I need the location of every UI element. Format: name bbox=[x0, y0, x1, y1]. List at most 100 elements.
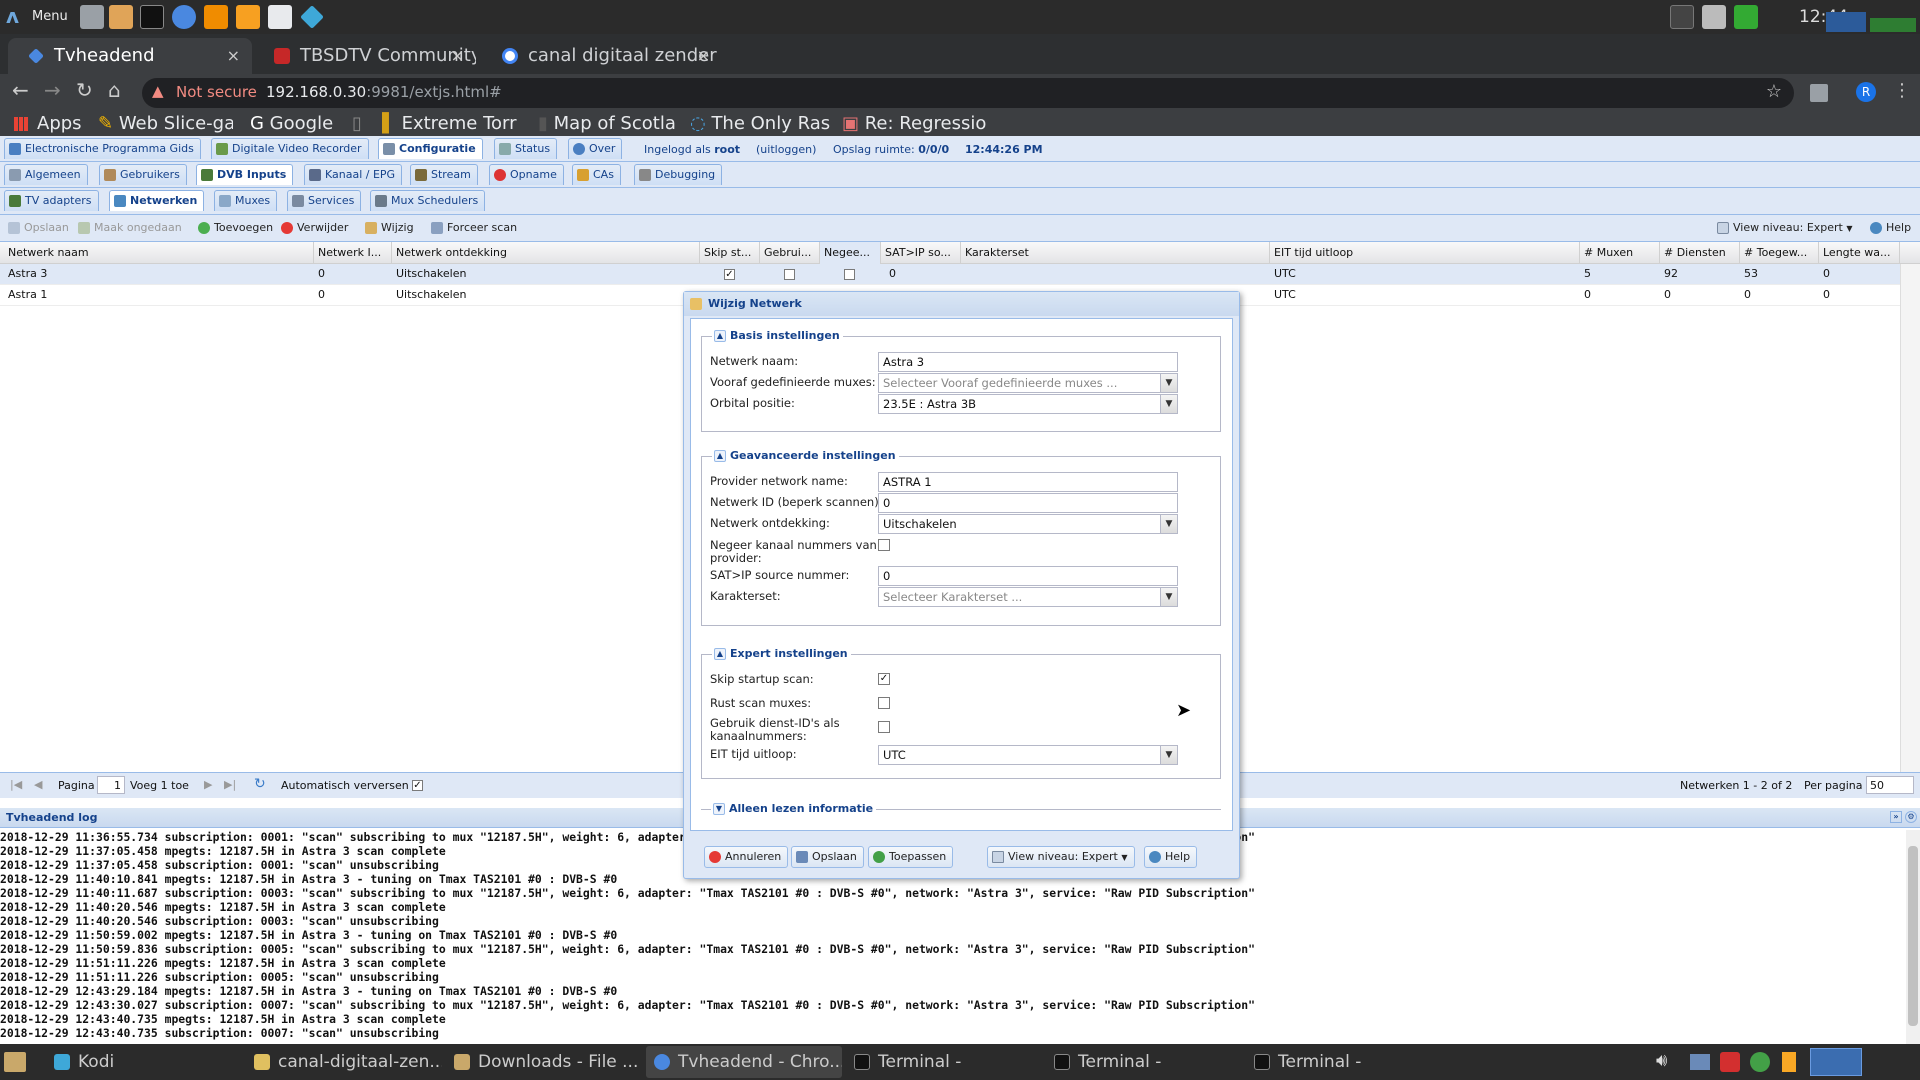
audio-player-launcher-icon[interactable] bbox=[236, 5, 260, 29]
terminal-tray-icon[interactable] bbox=[1670, 5, 1694, 29]
col-satip-source[interactable]: SAT>IP so... bbox=[881, 242, 961, 264]
tab-networks[interactable]: Netwerken bbox=[109, 190, 205, 211]
grid-scrollbar[interactable] bbox=[1900, 264, 1920, 772]
browser-tab-tvheadend[interactable]: Tvheadend × bbox=[8, 38, 252, 74]
tab-dvr[interactable]: Digitale Video Recorder bbox=[211, 138, 369, 159]
bookmark-star-icon[interactable]: ☆ bbox=[1766, 81, 1782, 102]
chrome-menu-icon[interactable]: ⋮ bbox=[1893, 80, 1911, 101]
save-button[interactable]: Opslaan bbox=[8, 221, 69, 234]
dialog-save-button[interactable]: Opslaan bbox=[791, 846, 864, 868]
log-settings-icon[interactable]: ⚙ bbox=[1905, 811, 1917, 823]
cell-ignore-numbers[interactable] bbox=[840, 264, 855, 284]
tab-tv-adapters[interactable]: TV adapters bbox=[4, 190, 99, 211]
menu-button[interactable]: Menu bbox=[32, 0, 68, 34]
tab-about[interactable]: Over bbox=[568, 138, 623, 159]
delete-button[interactable]: Verwijder bbox=[281, 221, 348, 234]
tab-stream[interactable]: Stream bbox=[410, 164, 478, 185]
bookmark-web-slice[interactable]: ✎ Web Slice-ga bbox=[98, 112, 233, 136]
task-terminal-3[interactable]: Terminal - bbox=[1246, 1046, 1442, 1078]
orbital-position-select[interactable]: 23.5E : Astra 3B ▼ bbox=[878, 394, 1178, 414]
tab-configuration[interactable]: Configuratie bbox=[378, 138, 483, 159]
network-id-field[interactable]: 0 bbox=[878, 493, 1178, 513]
add-button[interactable]: Toevoegen bbox=[198, 221, 273, 234]
kodi-launcher-icon[interactable] bbox=[300, 5, 324, 29]
profile-avatar[interactable]: R bbox=[1856, 82, 1876, 102]
dialog-help-button[interactable]: Help bbox=[1144, 846, 1198, 868]
forward-icon[interactable]: → bbox=[44, 78, 61, 102]
show-desktop-icon[interactable] bbox=[4, 1052, 26, 1072]
file-manager-launcher-icon[interactable] bbox=[80, 5, 104, 29]
col-charset[interactable]: Karakterset bbox=[961, 242, 1270, 264]
close-tab-icon[interactable]: × bbox=[227, 38, 240, 74]
logout-link[interactable]: (uitloggen) bbox=[756, 143, 816, 156]
per-page-select[interactable]: 50 bbox=[1866, 776, 1914, 794]
tab-channel-epg[interactable]: Kanaal / EPG bbox=[304, 164, 403, 185]
tab-users[interactable]: Gebruikers bbox=[99, 164, 187, 185]
back-icon[interactable]: ← bbox=[12, 78, 29, 102]
chevron-down-icon[interactable]: ▼ bbox=[1160, 395, 1177, 413]
col-ignore-numbers[interactable]: Negee... bbox=[820, 242, 881, 264]
log-scrollbar[interactable] bbox=[1906, 830, 1920, 1044]
workspace-switcher[interactable] bbox=[1810, 1048, 1862, 1076]
view-level-dropdown[interactable]: View niveau: Expert ▼ bbox=[1717, 221, 1853, 234]
mint-menu-icon[interactable]: ʌ bbox=[6, 4, 19, 28]
task-terminal-1[interactable]: Terminal - bbox=[846, 1046, 1042, 1078]
url-text[interactable]: 192.168.0.30:9981/extjs.html# bbox=[266, 83, 502, 101]
scrollbar-thumb[interactable] bbox=[1908, 846, 1918, 1026]
address-bar[interactable]: ▲ Not secure 192.168.0.30:9981/extjs.htm… bbox=[142, 78, 1794, 108]
tab-services[interactable]: Services bbox=[287, 190, 362, 211]
col-network-id[interactable]: Netwerk I... bbox=[314, 242, 392, 264]
tab-cas[interactable]: CAs bbox=[572, 164, 621, 185]
security-status[interactable]: Not secure bbox=[176, 83, 257, 101]
folder-launcher-icon[interactable] bbox=[109, 5, 133, 29]
force-scan-button[interactable]: Forceer scan bbox=[431, 221, 517, 234]
chevron-down-icon[interactable]: ▼ bbox=[1160, 374, 1177, 392]
task-tvheadend-chrome[interactable]: Tvheadend - Chro... bbox=[646, 1046, 842, 1078]
text-editor-launcher-icon[interactable] bbox=[268, 5, 292, 29]
close-tab-icon[interactable]: × bbox=[697, 38, 710, 74]
bookmark-extreme-torrent[interactable]: ▌ Extreme Torr bbox=[382, 112, 518, 136]
col-length[interactable]: Lengte wa... bbox=[1819, 242, 1900, 264]
tab-epg[interactable]: Electronische Programma Gids bbox=[4, 138, 201, 159]
power-tray-icon[interactable] bbox=[1782, 1052, 1796, 1072]
collapse-icon[interactable]: ▲ bbox=[714, 648, 726, 660]
chevron-down-icon[interactable]: ▼ bbox=[1160, 588, 1177, 606]
chat-tray-icon[interactable] bbox=[1750, 1052, 1770, 1072]
vlc-launcher-icon[interactable] bbox=[204, 5, 228, 29]
terminal-launcher-icon[interactable] bbox=[140, 5, 164, 29]
volume-icon[interactable]: 🔊︎ bbox=[1656, 1050, 1667, 1071]
chevron-down-icon[interactable]: ▼ bbox=[1160, 515, 1177, 533]
task-kodi[interactable]: Kodi bbox=[46, 1046, 242, 1078]
home-icon[interactable]: ⌂ bbox=[108, 78, 121, 102]
page-input[interactable]: 1 bbox=[97, 776, 125, 794]
basic-settings-legend[interactable]: ▲ Basis instellingen bbox=[712, 329, 843, 342]
ignore-provider-numbers-checkbox[interactable] bbox=[878, 539, 890, 551]
keyboard-tray-icon[interactable] bbox=[1702, 5, 1726, 29]
undo-button[interactable]: Maak ongedaan bbox=[78, 221, 182, 234]
extension-icon[interactable] bbox=[1810, 84, 1828, 102]
col-mux-count[interactable]: # Muxen bbox=[1580, 242, 1660, 264]
provider-name-field[interactable]: ASTRA 1 bbox=[878, 472, 1178, 492]
task-terminal-2[interactable]: Terminal - bbox=[1046, 1046, 1242, 1078]
browser-tab-tbsdtv[interactable]: TBSDTV Community × bbox=[254, 38, 476, 74]
bookmark-map-of-scotland[interactable]: ▮ Map of Scotla bbox=[538, 112, 676, 136]
col-network-name[interactable]: Netwerk naam bbox=[4, 242, 314, 264]
edit-button[interactable]: Wijzig bbox=[365, 221, 414, 234]
cell-skip-startup[interactable]: ✓ bbox=[720, 264, 735, 284]
bookmark-the-only-raspberry[interactable]: ◌ The Only Ras bbox=[690, 112, 830, 136]
tab-recording[interactable]: Opname bbox=[489, 164, 564, 185]
first-page-icon[interactable]: |◀ bbox=[10, 778, 22, 791]
table-row[interactable]: Astra 3 0 Uitschakelen ✓ 0 UTC 5 92 53 0 bbox=[0, 264, 1900, 285]
task-canal-digitaal[interactable]: canal-digitaal-zen... bbox=[246, 1046, 442, 1078]
tab-muxes[interactable]: Muxes bbox=[214, 190, 278, 211]
browser-tab-canal-digitaal[interactable]: canal digitaal zender × bbox=[482, 38, 722, 74]
collapse-log-icon[interactable]: » bbox=[1890, 811, 1902, 823]
chevron-down-icon[interactable]: ▼ bbox=[1160, 746, 1177, 764]
tab-mux-schedulers[interactable]: Mux Schedulers bbox=[370, 190, 486, 211]
network-name-field[interactable]: Astra 3 bbox=[878, 352, 1178, 372]
skip-startup-scan-checkbox[interactable]: ✓ bbox=[878, 673, 890, 685]
bookmark-apps[interactable]: Apps bbox=[37, 112, 87, 136]
readonly-info-legend[interactable]: ▼ Alleen lezen informatie bbox=[711, 802, 877, 815]
next-page-icon[interactable]: ▶ bbox=[204, 778, 212, 791]
tab-status[interactable]: Status bbox=[494, 138, 558, 159]
